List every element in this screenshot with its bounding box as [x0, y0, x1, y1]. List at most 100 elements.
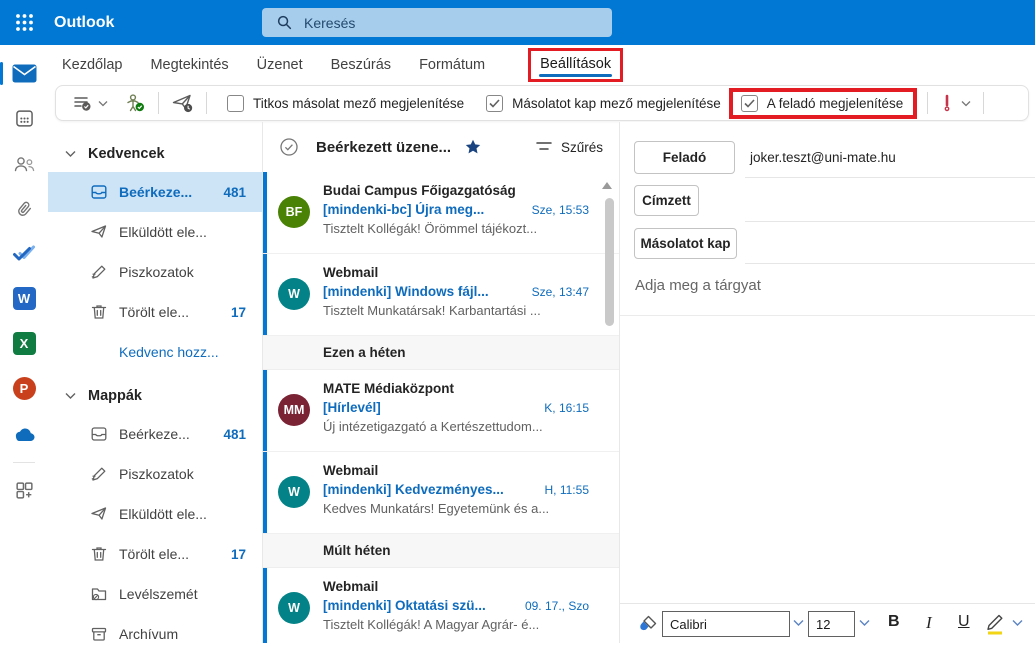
toolbar-divider	[206, 92, 207, 114]
underline-button[interactable]: U	[958, 613, 970, 631]
rail-word-button[interactable]: W	[0, 276, 48, 321]
todo-check-icon	[12, 245, 36, 263]
italic-button[interactable]: I	[926, 613, 932, 633]
importance-button[interactable]	[940, 93, 971, 113]
archive-icon	[90, 625, 108, 643]
bold-button[interactable]: B	[888, 613, 900, 631]
folders-section-header[interactable]: Mappák	[48, 378, 262, 414]
checkbox-bcc-field[interactable]: Titkos másolat mező megjelenítése	[227, 95, 464, 112]
folders-title: Mappák	[88, 388, 142, 404]
select-all-icon[interactable]	[279, 137, 299, 157]
folder-junk[interactable]: Levélszemét	[48, 574, 262, 614]
message-subject: [Hírlevél]	[323, 400, 381, 415]
search-bar[interactable]	[262, 8, 612, 37]
highlight-button[interactable]	[986, 612, 1005, 635]
message-row[interactable]: BF Budai Campus Főigazgatóság [mindenki-…	[263, 172, 619, 254]
font-chevron-icon[interactable]	[793, 619, 804, 627]
main-content: Kedvencek Beérkeze... 481 Elküldött ele.…	[48, 122, 1035, 643]
filter-button[interactable]: Szűrés	[536, 140, 603, 155]
unread-indicator	[263, 452, 267, 533]
folder-count: 481	[223, 427, 246, 442]
folder-count: 17	[231, 305, 246, 320]
search-input[interactable]	[304, 15, 564, 31]
folder-sent-favorite[interactable]: Elküldött ele...	[48, 212, 262, 252]
ribbon-tab-bar: Kezdőlap Megtekintés Üzenet Beszúrás For…	[48, 45, 1035, 85]
format-painter-button[interactable]	[638, 614, 659, 634]
folder-deleted[interactable]: Törölt ele... 17	[48, 534, 262, 574]
message-row[interactable]: W Webmail [mindenki] Windows fájl... Sze…	[263, 254, 619, 336]
tab-beallitasok[interactable]: Beállítások	[528, 48, 623, 82]
font-select[interactable]: Calibri	[662, 611, 790, 637]
avatar: BF	[278, 196, 310, 228]
tab-uzenet[interactable]: Üzenet	[256, 49, 304, 81]
font-size-select[interactable]: 12	[808, 611, 855, 637]
app-title: Outlook	[54, 14, 114, 32]
folder-deleted-favorite[interactable]: Törölt ele... 17	[48, 292, 262, 332]
folder-label: Piszkozatok	[119, 264, 194, 280]
scrollbar-up-arrow[interactable]	[602, 182, 612, 189]
people-icon	[13, 154, 36, 174]
rail-powerpoint-button[interactable]: P	[0, 366, 48, 411]
rail-people-button[interactable]	[0, 141, 48, 186]
mail-icon	[12, 64, 37, 83]
app-rail: W X P	[0, 45, 48, 643]
importance-icon	[940, 93, 954, 113]
rail-excel-button[interactable]: X	[0, 321, 48, 366]
message-list-header: Beérkezett üzene... Szűrés	[263, 122, 619, 172]
folder-count: 481	[223, 185, 246, 200]
folder-sent[interactable]: Elküldött ele...	[48, 494, 262, 534]
folder-drafts-favorite[interactable]: Piszkozatok	[48, 252, 262, 292]
message-time: Sze, 13:47	[532, 285, 589, 299]
rail-attachments-button[interactable]	[0, 186, 48, 231]
powerpoint-icon: P	[13, 377, 36, 400]
favorites-section-header[interactable]: Kedvencek	[48, 136, 262, 172]
folder-inbox-favorite[interactable]: Beérkeze... 481	[48, 172, 262, 212]
folder-inbox[interactable]: Beérkeze... 481	[48, 414, 262, 454]
paperclip-icon	[14, 199, 34, 219]
size-chevron-icon[interactable]	[859, 619, 870, 627]
rail-mail-button[interactable]	[0, 51, 48, 96]
scrollbar-thumb[interactable]	[605, 198, 614, 326]
message-row[interactable]: MM MATE Médiaközpont [Hírlevél] K, 16:15…	[263, 370, 619, 452]
cc-field-underline[interactable]	[745, 263, 1035, 264]
from-button[interactable]: Feladó	[634, 141, 735, 174]
trash-icon	[90, 545, 108, 563]
sent-icon	[90, 505, 108, 523]
junk-folder-icon	[90, 585, 108, 603]
favorite-star-button[interactable]	[465, 139, 481, 155]
tab-beszuras[interactable]: Beszúrás	[330, 49, 392, 81]
add-favorite-link[interactable]: Kedvenc hozz...	[48, 332, 262, 372]
app-launcher-button[interactable]	[0, 0, 48, 45]
tab-formatum[interactable]: Formátum	[418, 49, 486, 81]
highlight-chevron-icon[interactable]	[1012, 619, 1023, 627]
rail-more-apps-button[interactable]	[0, 468, 48, 513]
avatar: MM	[278, 394, 310, 426]
checkbox-cc-field[interactable]: Másolatot kap mező megjelenítése	[486, 95, 721, 112]
folder-label: Kedvenc hozz...	[119, 344, 219, 360]
subject-input[interactable]	[635, 272, 1015, 298]
folder-label: Beérkeze...	[119, 426, 190, 442]
to-field-underline[interactable]	[745, 221, 1035, 222]
rail-onedrive-button[interactable]	[0, 411, 48, 456]
to-button[interactable]: Címzett	[634, 185, 699, 216]
tab-megtekintes[interactable]: Megtekintés	[149, 49, 229, 81]
folder-archive[interactable]: Archívum	[48, 614, 262, 654]
message-sender: Webmail	[323, 579, 589, 594]
message-row[interactable]: W Webmail [mindenki] Oktatási szü... 09.…	[263, 568, 619, 643]
filter-label: Szűrés	[561, 140, 603, 155]
tab-kezdolap[interactable]: Kezdőlap	[61, 49, 123, 81]
search-icon	[276, 14, 293, 31]
cc-button[interactable]: Másolatot kap	[634, 228, 737, 259]
message-sender: Budai Campus Főigazgatóság	[323, 183, 589, 198]
message-row[interactable]: W Webmail [mindenki] Kedvezményes... H, …	[263, 452, 619, 534]
request-responses-button[interactable]	[124, 93, 146, 114]
compose-pane: Feladó joker.teszt@uni-mate.hu Címzett M…	[620, 122, 1035, 643]
folder-drafts[interactable]: Piszkozatok	[48, 454, 262, 494]
highlighter-icon	[986, 612, 1005, 635]
chevron-down-icon	[98, 100, 108, 107]
schedule-send-button[interactable]	[171, 93, 194, 113]
rail-todo-button[interactable]	[0, 231, 48, 276]
message-options-button[interactable]	[72, 93, 108, 113]
checkbox-show-from[interactable]: A feladó megjelenítése	[741, 95, 904, 112]
rail-calendar-button[interactable]	[0, 96, 48, 141]
